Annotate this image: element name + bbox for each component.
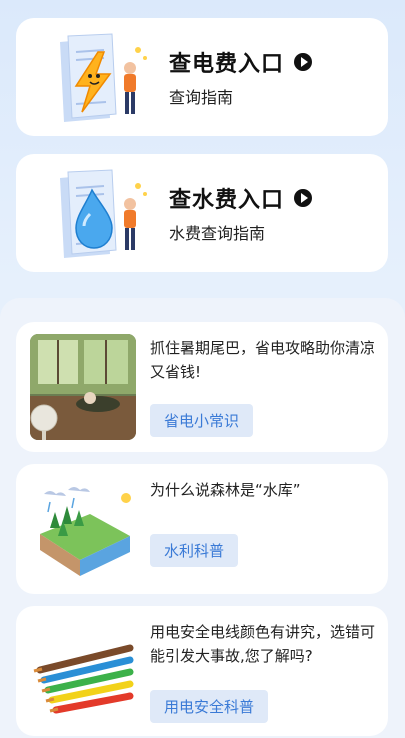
article-thumbnail [30, 334, 136, 440]
water-drop-character-icon [60, 169, 147, 258]
article-title[interactable]: 抓住暑期尾巴，省电攻略助你清凉又省钱! [150, 336, 376, 384]
play-icon[interactable] [294, 53, 313, 71]
play-icon[interactable] [294, 189, 313, 207]
article-thumbnail [30, 476, 136, 582]
article-tag[interactable]: 省电小常识 [150, 404, 254, 437]
service-subtitle: 查询指南 [169, 88, 234, 107]
electric-bolt-character-icon [60, 33, 147, 122]
article-tag[interactable]: 用电安全科普 [150, 690, 269, 723]
article-thumbnail [30, 618, 136, 724]
article-title[interactable]: 为什么说森林是“水库” [150, 478, 376, 502]
water-bill-card[interactable]: 查水费入口 水费查询指南 [16, 154, 388, 272]
article-card[interactable]: 用电安全电线颜色有讲究，选错可能引发大事故,您了解吗? 用电安全科普 [16, 606, 388, 736]
service-subtitle: 水费查询指南 [169, 224, 266, 243]
article-card[interactable]: 抓住暑期尾巴，省电攻略助你清凉又省钱! 省电小常识 [16, 322, 388, 452]
article-tag[interactable]: 水利科普 [150, 534, 239, 567]
article-card[interactable]: 为什么说森林是“水库” 水利科普 [16, 464, 388, 594]
service-title[interactable]: 查电费入口 [169, 46, 284, 78]
article-title[interactable]: 用电安全电线颜色有讲究，选错可能引发大事故,您了解吗? [150, 620, 376, 668]
service-title[interactable]: 查水费入口 [169, 182, 284, 214]
electricity-bill-card[interactable]: 查电费入口 查询指南 [16, 18, 388, 136]
